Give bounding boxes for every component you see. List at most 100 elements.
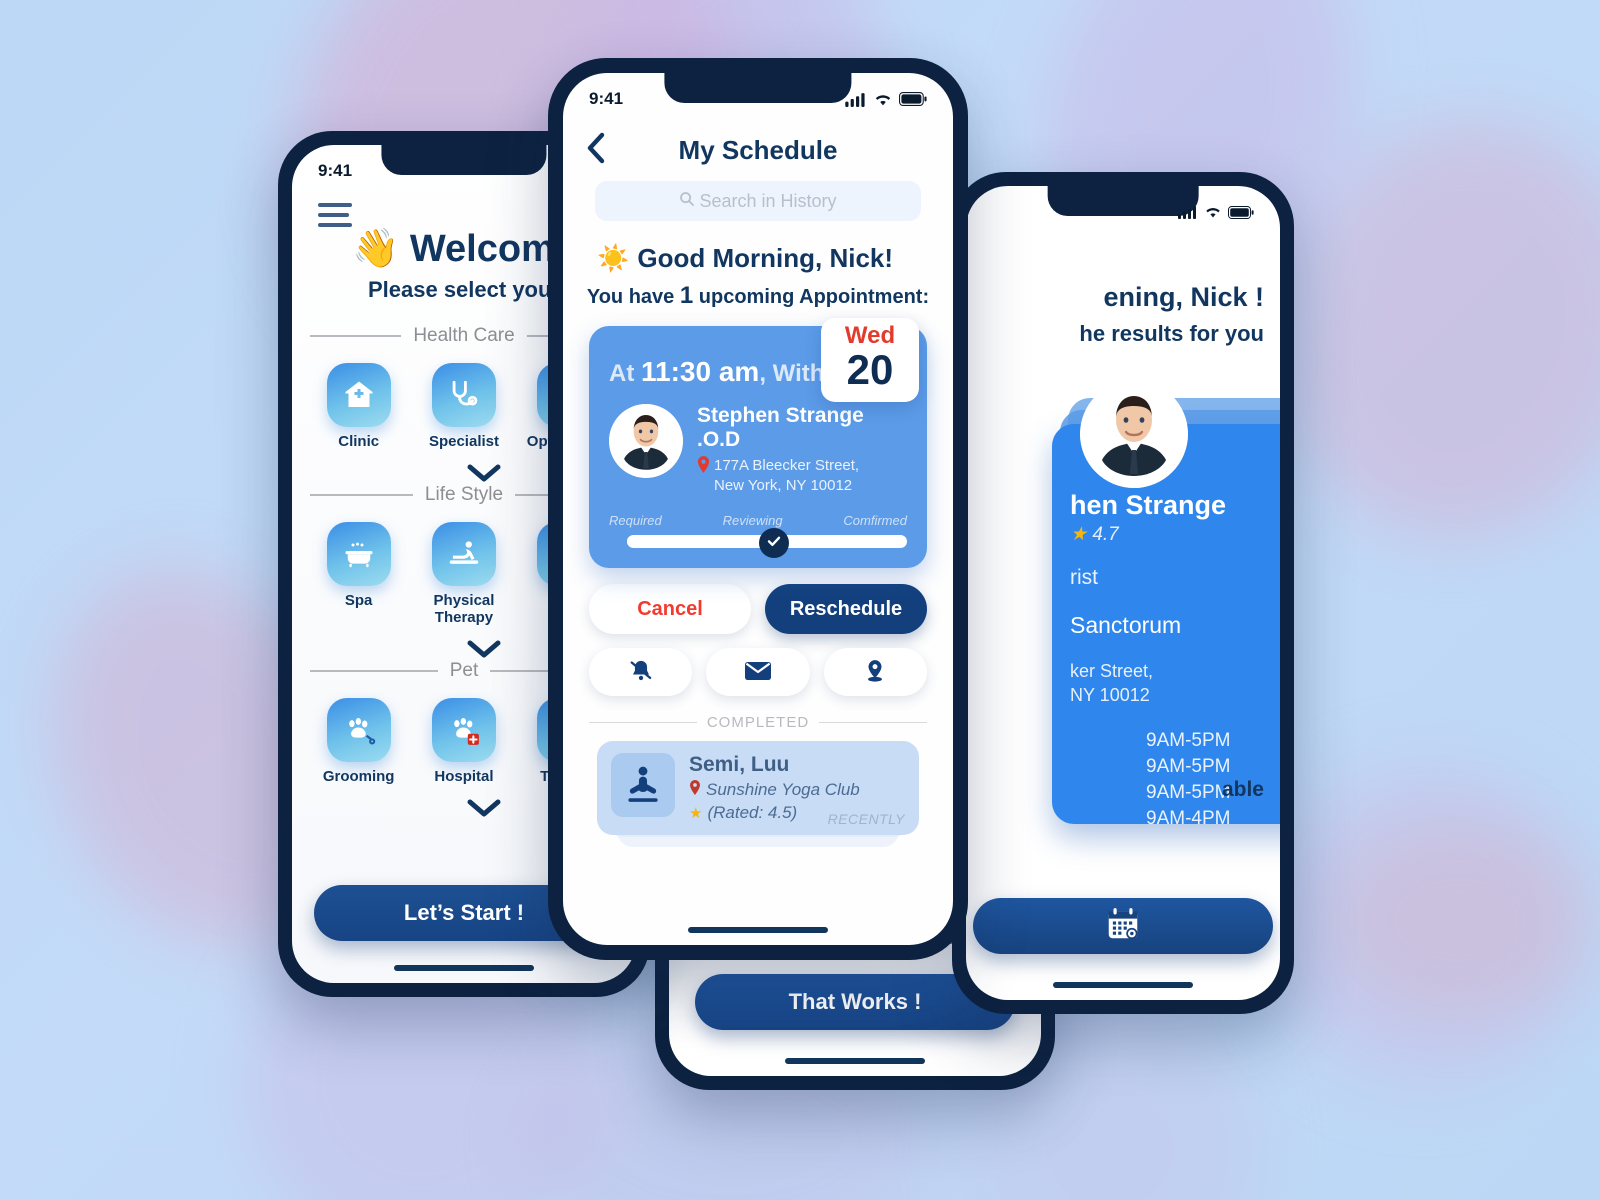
appointment-date-badge: Wed 20 — [821, 318, 919, 402]
sun-icon: ☀️ — [597, 243, 630, 273]
search-placeholder: Search in History — [699, 190, 837, 211]
stethoscope-icon — [431, 363, 496, 427]
time-value: 11:30 am — [641, 356, 760, 387]
schedule-screen: 9:41 My Schedule Search in History ☀️ Go… — [563, 73, 953, 945]
bell-off-icon — [628, 658, 654, 687]
yoga-icon — [611, 753, 675, 817]
search-icon — [679, 191, 695, 212]
section-label: Pet — [449, 660, 479, 681]
home-indicator — [1053, 982, 1193, 988]
bathtub-icon — [326, 522, 391, 586]
history-list: Semi, Luu Sunshine Yoga Club ★ (Rated: 4… — [597, 741, 919, 847]
book-appointment-button[interactable] — [973, 898, 1273, 954]
appointment-doctor-info: Stephen Strange .O.D 177A Bleecker Stree… — [697, 404, 907, 495]
hours-time: 9AM-5PM — [1146, 729, 1231, 751]
tile-label: Physical Therapy — [433, 592, 495, 626]
battery-icon — [899, 92, 927, 106]
progress-knob[interactable] — [759, 528, 789, 558]
status-bar: 9:41 — [563, 73, 953, 119]
divider — [310, 335, 402, 337]
wifi-icon — [1206, 208, 1220, 218]
hours-time: 9AM-5PM — [1146, 755, 1231, 777]
appointment-card-wrapper: At 11:30 am, With Stephen Strange .O.D 1… — [589, 318, 927, 568]
check-icon — [766, 533, 782, 554]
divider — [310, 670, 438, 672]
tile-specialist[interactable]: Specialist — [418, 363, 510, 450]
paw-plus-icon — [431, 698, 496, 762]
history-place: Sunshine Yoga Club — [689, 780, 860, 800]
star-icon: ★ — [1070, 524, 1088, 545]
location-pin-icon — [697, 456, 710, 495]
directions-button[interactable] — [823, 648, 927, 696]
page-title: My Schedule — [678, 134, 838, 165]
step-required: Required — [609, 513, 662, 528]
phone-mockup-schedule: 9:41 My Schedule Search in History ☀️ Go… — [548, 58, 968, 960]
doctor-name: hen Strange — [1070, 490, 1227, 520]
status-bar-time: 9:41 — [318, 161, 353, 180]
location-pin-icon — [689, 780, 701, 800]
doctor-place: Sanctorum — [1070, 612, 1182, 638]
tile-clinic[interactable]: Clinic — [313, 363, 405, 450]
hours-days — [1070, 782, 1146, 804]
list-item[interactable]: Semi, Luu Sunshine Yoga Club ★ (Rated: 4… — [597, 741, 919, 835]
hours-days — [1070, 730, 1146, 752]
hours-time: 9AM-4PM — [1146, 807, 1231, 829]
doctor-rating: ★ 4.7 — [1070, 524, 1119, 545]
history-tag: RECENTLY — [827, 811, 905, 827]
tile-label: Specialist — [428, 433, 499, 450]
appointment-actions: Cancel Reschedule — [589, 584, 927, 634]
appointment-icon-actions — [589, 648, 927, 696]
status-bar-indicators — [845, 92, 927, 107]
step-confirmed: Comfirmed — [843, 513, 907, 528]
reschedule-button[interactable]: Reschedule — [765, 584, 927, 634]
message-button[interactable] — [706, 648, 810, 696]
history-name: Semi, Luu — [689, 753, 790, 776]
avatar — [609, 404, 683, 478]
divider — [310, 494, 413, 496]
background-blob — [1330, 820, 1590, 1020]
tile-label: Spa — [344, 592, 373, 609]
navigation-bar: My Schedule — [563, 127, 953, 173]
tile-spa[interactable]: Spa — [313, 522, 405, 626]
calendar-search-icon — [1103, 905, 1143, 948]
doctor-card[interactable]: hen Strange ★ 4.7 rist Sanctorum ker Str… — [1052, 380, 1280, 829]
appointment-doctor-row: Stephen Strange .O.D 177A Bleecker Stree… — [609, 404, 907, 495]
chevron-left-icon[interactable] — [585, 131, 607, 170]
clinic-icon — [326, 363, 391, 427]
section-label: Life Style — [424, 484, 504, 505]
tile-label: Grooming — [322, 768, 395, 785]
paw-scissors-icon — [326, 698, 391, 762]
doctor-role: rist — [1070, 566, 1098, 589]
date-weekday: Wed — [844, 322, 896, 349]
location-pin-icon — [862, 658, 888, 687]
star-icon: ★ — [689, 805, 703, 822]
appointment-progress-bar[interactable] — [609, 528, 907, 558]
time-suffix: , With — [759, 360, 825, 387]
home-indicator — [394, 965, 534, 971]
avatar — [1080, 380, 1188, 488]
doctor-name: Stephen Strange .O.D — [697, 404, 864, 451]
completed-divider: COMPLETED — [589, 714, 928, 731]
doctor-address: ker Street, NY 10012 — [1070, 661, 1154, 706]
greeting-text: Good Morning, Nick! — [637, 243, 894, 273]
divider — [589, 722, 697, 723]
tile-hospital[interactable]: Hospital — [418, 698, 510, 785]
upcoming-count: 1 — [679, 282, 694, 309]
status-bar-time: 9:41 — [589, 89, 624, 108]
upcoming-prefix: You have — [586, 286, 675, 308]
completed-label: COMPLETED — [706, 714, 810, 731]
hamburger-menu-icon[interactable] — [318, 203, 352, 233]
doctor-card-stack: hen Strange ★ 4.7 rist Sanctorum ker Str… — [1052, 380, 1280, 829]
hours-days — [1070, 808, 1146, 830]
cancel-button[interactable]: Cancel — [589, 584, 751, 634]
cellular-signal-icon — [845, 92, 865, 107]
tile-physical-therapy[interactable]: Physical Therapy — [418, 522, 510, 626]
address-lines: 177A Bleecker Street, New York, NY 10012 — [714, 457, 860, 494]
search-input[interactable]: Search in History — [595, 181, 921, 221]
home-indicator — [688, 927, 828, 933]
status-bar — [966, 186, 1280, 232]
tile-grooming[interactable]: Grooming — [313, 698, 405, 785]
massage-icon — [431, 522, 496, 586]
mute-notification-button[interactable] — [589, 648, 693, 696]
hours-days — [1070, 756, 1146, 778]
